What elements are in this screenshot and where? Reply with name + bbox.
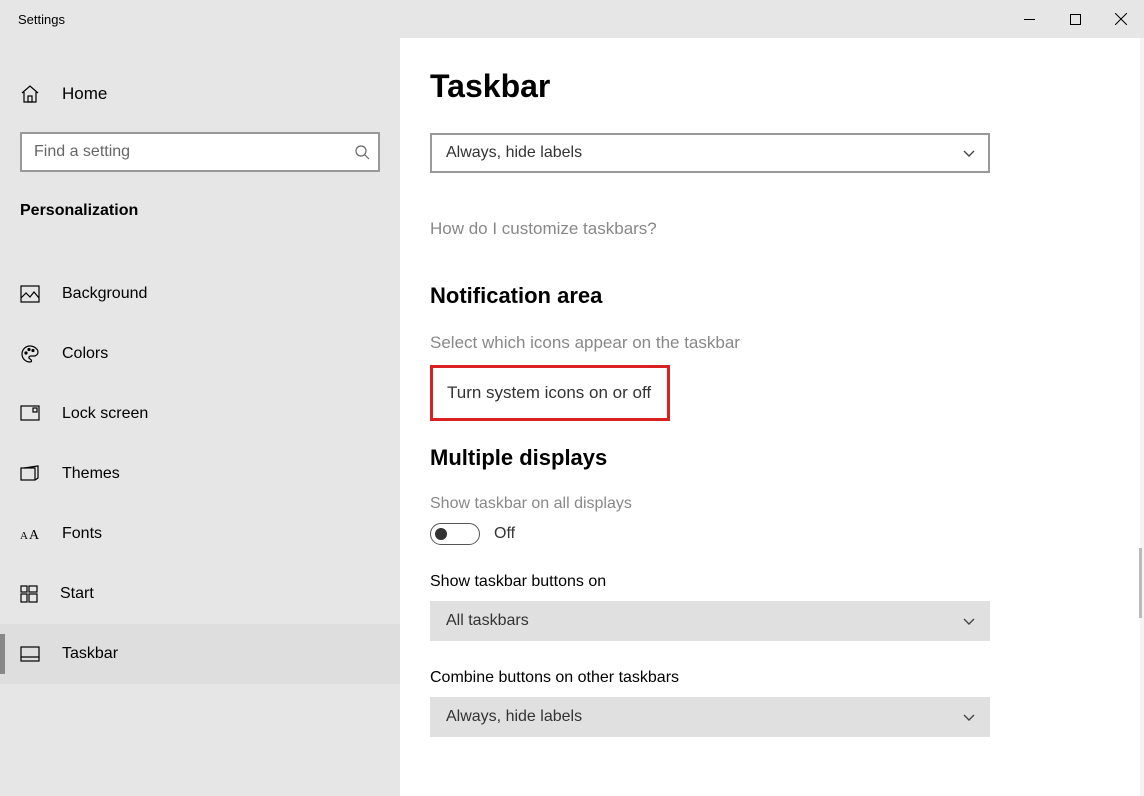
combine-other-label: Combine buttons on other taskbars	[430, 669, 1116, 687]
svg-text:A: A	[20, 530, 28, 542]
help-link[interactable]: How do I customize taskbars?	[430, 219, 1116, 239]
chevron-down-icon	[962, 614, 976, 628]
dropdown-value: Always, hide labels	[446, 708, 582, 726]
toggle-state-text: Off	[494, 525, 515, 543]
window-title: Settings	[18, 12, 65, 27]
combine-other-dropdown[interactable]: Always, hide labels	[430, 697, 990, 737]
sidebar-item-label: Taskbar	[62, 645, 118, 663]
maximize-button[interactable]	[1052, 0, 1098, 38]
show-all-displays-label: Show taskbar on all displays	[430, 495, 1116, 513]
fonts-icon: A A	[20, 526, 40, 542]
section-multiple-displays: Multiple displays	[430, 445, 1116, 471]
highlight-box: Turn system icons on or off	[430, 365, 670, 421]
section-notification-area: Notification area	[430, 283, 1116, 309]
link-select-icons[interactable]: Select which icons appear on the taskbar	[430, 333, 1116, 353]
sidebar: Home Personalization Background Colors	[0, 38, 400, 796]
category-label: Personalization	[0, 182, 400, 236]
home-button[interactable]: Home	[0, 70, 400, 118]
combine-buttons-dropdown[interactable]: Always, hide labels	[430, 133, 990, 173]
sidebar-item-label: Colors	[62, 345, 108, 363]
show-all-displays-toggle[interactable]	[430, 523, 480, 545]
sidebar-item-taskbar[interactable]: Taskbar	[0, 624, 400, 684]
sidebar-item-label: Lock screen	[62, 405, 148, 423]
dropdown-value: All taskbars	[446, 612, 529, 630]
show-buttons-on-label: Show taskbar buttons on	[430, 573, 1116, 591]
palette-icon	[20, 344, 40, 364]
taskbar-icon	[20, 646, 40, 662]
titlebar: Settings	[0, 0, 1144, 38]
lockscreen-icon	[20, 405, 40, 423]
link-system-icons[interactable]: Turn system icons on or off	[447, 383, 653, 403]
sidebar-item-start[interactable]: Start	[0, 564, 400, 624]
close-button[interactable]	[1098, 0, 1144, 38]
sidebar-item-label: Themes	[62, 465, 120, 483]
show-buttons-on-dropdown[interactable]: All taskbars	[430, 601, 990, 641]
search-input[interactable]	[34, 143, 354, 161]
sidebar-item-background[interactable]: Background	[0, 264, 400, 324]
sidebar-item-colors[interactable]: Colors	[0, 324, 400, 384]
content-pane: Taskbar Always, hide labels How do I cus…	[400, 38, 1144, 796]
svg-text:A: A	[29, 528, 40, 542]
sidebar-item-label: Background	[62, 285, 147, 303]
chevron-down-icon	[962, 146, 976, 160]
image-icon	[20, 285, 40, 303]
scrollbar-thumb[interactable]	[1139, 548, 1142, 618]
themes-icon	[20, 465, 40, 483]
search-input-wrap[interactable]	[20, 132, 380, 172]
sidebar-item-themes[interactable]: Themes	[0, 444, 400, 504]
dropdown-value: Always, hide labels	[446, 144, 582, 162]
sidebar-item-label: Start	[60, 585, 94, 603]
sidebar-item-lockscreen[interactable]: Lock screen	[0, 384, 400, 444]
minimize-button[interactable]	[1006, 0, 1052, 38]
home-icon	[20, 84, 40, 104]
chevron-down-icon	[962, 710, 976, 724]
search-icon	[354, 144, 370, 160]
page-title: Taskbar	[430, 68, 1116, 105]
home-label: Home	[62, 84, 107, 104]
sidebar-item-fonts[interactable]: A A Fonts	[0, 504, 400, 564]
sidebar-item-label: Fonts	[62, 525, 102, 543]
scrollbar-track[interactable]	[1140, 38, 1144, 796]
start-icon	[20, 585, 38, 603]
